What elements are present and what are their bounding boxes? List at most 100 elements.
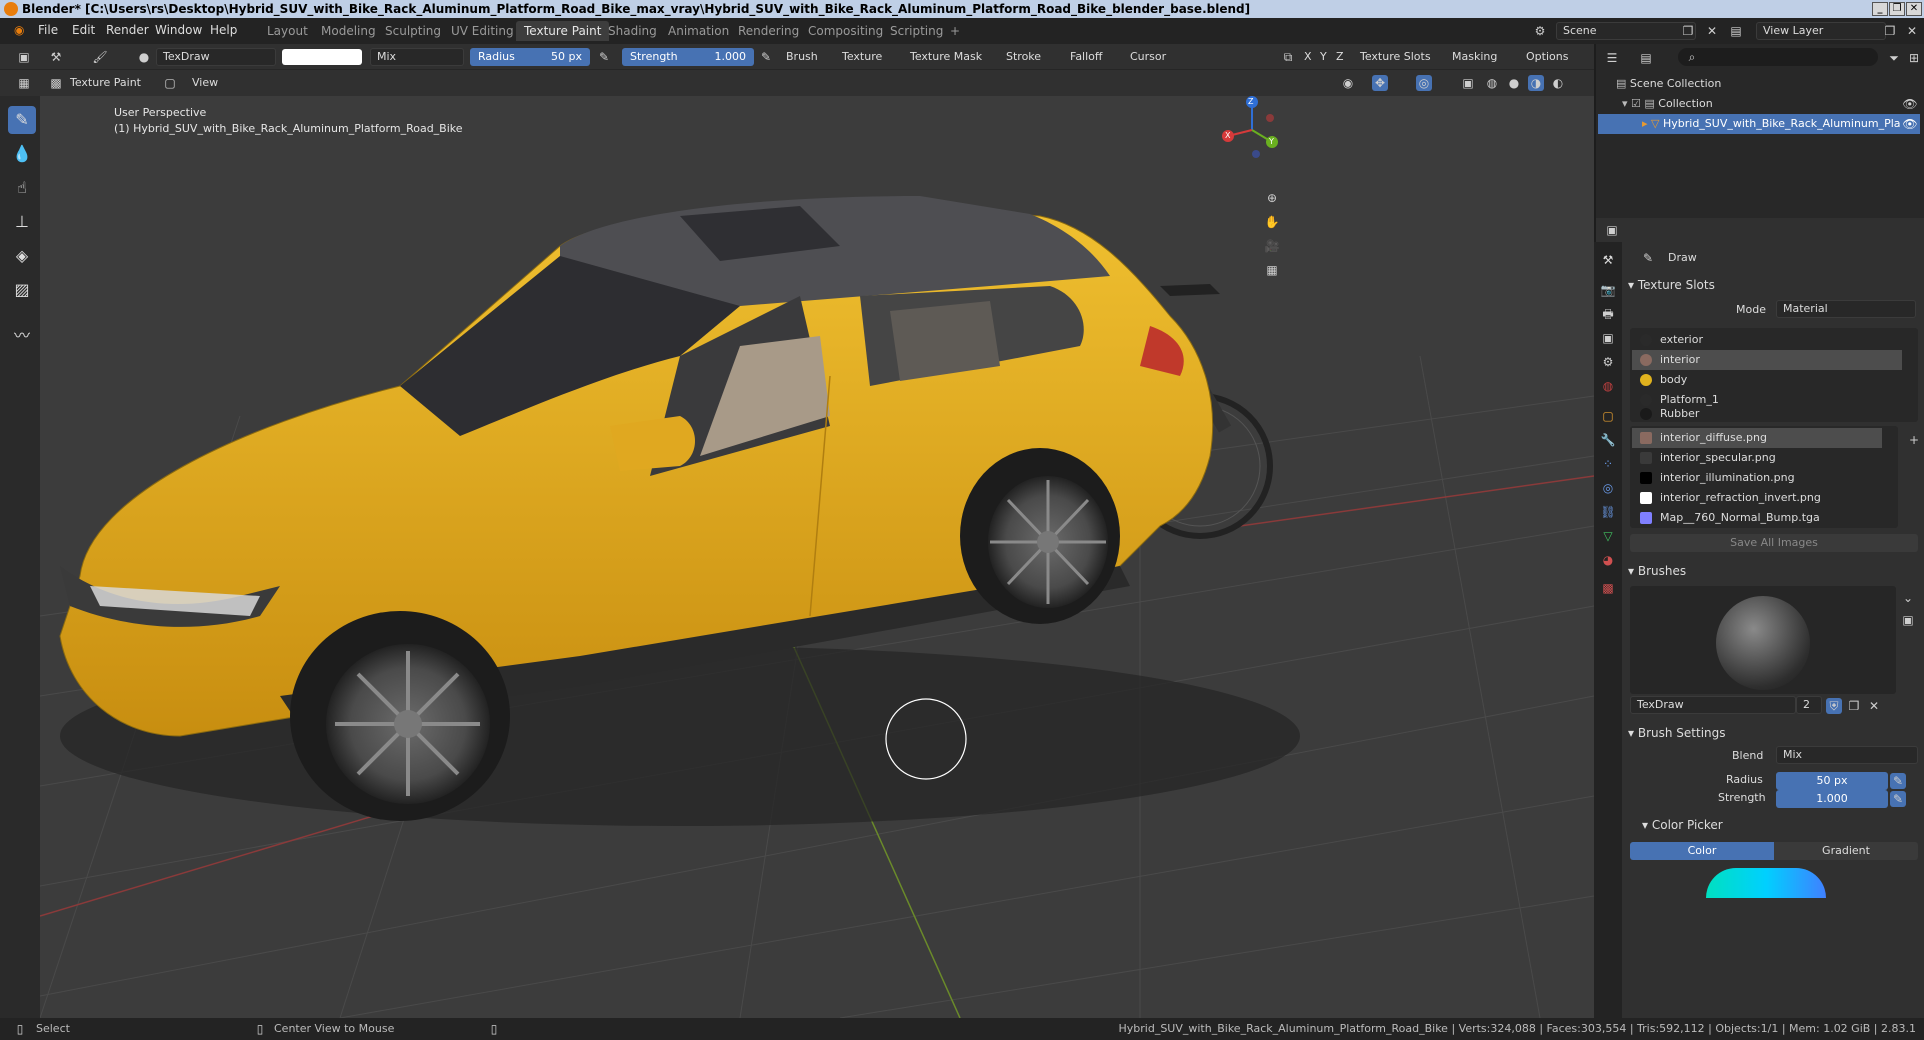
- outliner-object-row[interactable]: ▸ ▽ Hybrid_SUV_with_Bike_Rack_Aluminum_P…: [1598, 114, 1920, 134]
- clone-tool-button[interactable]: ⊥: [8, 208, 36, 236]
- gradient-tab[interactable]: Gradient: [1774, 842, 1918, 860]
- menu-falloff[interactable]: Falloff: [1064, 48, 1108, 66]
- collection-visibility-eye-icon[interactable]: 👁: [1902, 96, 1918, 112]
- brush-datablock-name[interactable]: TexDraw: [1630, 696, 1796, 714]
- workspace-tab-animation[interactable]: Animation: [660, 21, 737, 41]
- mode-selector[interactable]: Texture Paint: [64, 74, 147, 92]
- brush-list-dropdown-icon[interactable]: ⌄: [1900, 590, 1916, 606]
- pan-hand-icon[interactable]: ✋: [1264, 214, 1280, 230]
- toggle-mask-icon[interactable]: ▢: [162, 75, 178, 91]
- perspective-toggle-icon[interactable]: ▦: [1264, 262, 1280, 278]
- new-collection-icon[interactable]: ⊞: [1906, 50, 1922, 66]
- material-slot-body[interactable]: body: [1632, 370, 1902, 390]
- copy-view-layer-icon[interactable]: ❐: [1882, 23, 1898, 39]
- close-view-layer-icon[interactable]: ✕: [1904, 23, 1920, 39]
- strength-slider[interactable]: Strength 1.000: [622, 48, 754, 66]
- image-slot[interactable]: Map__760_Normal_Bump.tga: [1632, 508, 1882, 528]
- symmetry-icon[interactable]: ⧉: [1280, 49, 1296, 65]
- annotate-tool-button[interactable]: 〰: [8, 322, 36, 350]
- zoom-icon[interactable]: ⊕: [1264, 190, 1280, 206]
- workspace-tab-scripting[interactable]: Scripting: [882, 21, 951, 41]
- brush-user-count[interactable]: 2: [1796, 696, 1822, 714]
- workspace-tab-modeling[interactable]: Modeling: [313, 21, 384, 41]
- output-tab-icon[interactable]: 🖶: [1600, 306, 1616, 322]
- color-picker-panel-header[interactable]: ▾ Color Picker: [1642, 814, 1924, 836]
- brush-strength-slider[interactable]: 1.000: [1776, 790, 1888, 808]
- wireframe-shading-icon[interactable]: ◍: [1484, 75, 1500, 91]
- navigation-gizmo[interactable]: Z X Y: [1216, 96, 1286, 166]
- close-scene-icon[interactable]: ✕: [1704, 23, 1720, 39]
- workspace-tab-texture-paint[interactable]: Texture Paint: [516, 21, 610, 41]
- minimize-button[interactable]: _: [1872, 2, 1888, 16]
- overlays-toggle-icon[interactable]: ◎: [1416, 75, 1432, 91]
- scene-tab-icon[interactable]: ⚙: [1600, 354, 1616, 370]
- menu-masking[interactable]: Masking: [1446, 48, 1503, 66]
- copy-scene-icon[interactable]: ❐: [1680, 23, 1696, 39]
- tool-tab-icon[interactable]: ⚒: [1600, 252, 1616, 268]
- brush-image-icon[interactable]: ▣: [1900, 612, 1916, 628]
- workspace-tab-layout[interactable]: Layout: [259, 21, 316, 41]
- radius-pressure-icon[interactable]: ✎: [596, 49, 612, 65]
- constraints-tab-icon[interactable]: ⛓: [1600, 504, 1616, 520]
- 3d-viewport[interactable]: User Perspective (1) Hybrid_SUV_with_Bik…: [40, 96, 1594, 1018]
- brushes-panel-header[interactable]: ▾ Brushes: [1628, 560, 1918, 582]
- outliner-editor-icon[interactable]: ☰: [1604, 50, 1620, 66]
- image-slot[interactable]: interior_specular.png: [1632, 448, 1882, 468]
- menu-options[interactable]: Options: [1520, 48, 1574, 66]
- tool-settings-icon[interactable]: ⚒: [48, 49, 64, 65]
- view-layer-tab-icon[interactable]: ▣: [1600, 330, 1616, 346]
- rendered-shading-icon[interactable]: ◐: [1550, 75, 1566, 91]
- material-slot-rubber[interactable]: Rubber: [1632, 406, 1902, 422]
- solid-shading-icon[interactable]: ●: [1506, 75, 1522, 91]
- world-tab-icon[interactable]: ◍: [1600, 378, 1616, 394]
- material-tab-icon[interactable]: ◕: [1600, 552, 1616, 568]
- menu-texture-mask[interactable]: Texture Mask: [904, 48, 988, 66]
- workspace-tab-sculpting[interactable]: Sculpting: [377, 21, 449, 41]
- xray-toggle-icon[interactable]: ▣: [1460, 75, 1476, 91]
- modifier-tab-icon[interactable]: 🔧: [1600, 432, 1616, 448]
- image-slot[interactable]: interior_illumination.png: [1632, 468, 1882, 488]
- texture-slots-panel-header[interactable]: ▾ Texture Slots: [1628, 274, 1918, 296]
- brush-blend-dropdown[interactable]: Mix: [1776, 746, 1918, 764]
- save-all-images-button[interactable]: Save All Images: [1630, 534, 1918, 552]
- gizmo-toggle-icon[interactable]: ✥: [1372, 75, 1388, 91]
- close-button[interactable]: ✕: [1906, 2, 1922, 16]
- menu-texture-slots[interactable]: Texture Slots: [1354, 48, 1437, 66]
- menu-cursor[interactable]: Cursor: [1124, 48, 1172, 66]
- strength-pressure-toggle-icon[interactable]: ✎: [1890, 791, 1906, 807]
- brush-name-field[interactable]: TexDraw: [156, 48, 276, 66]
- add-texture-slot-icon[interactable]: +: [1906, 432, 1922, 448]
- menu-render[interactable]: Render: [106, 23, 149, 37]
- workspace-tab-compositing[interactable]: Compositing: [800, 21, 891, 41]
- menu-edit[interactable]: Edit: [72, 23, 95, 37]
- brush-settings-panel-header[interactable]: ▾ Brush Settings: [1628, 722, 1918, 744]
- camera-view-icon[interactable]: 🎥: [1264, 238, 1280, 254]
- unlink-brush-icon[interactable]: ✕: [1866, 698, 1882, 714]
- texture-tab-icon[interactable]: ▩: [1600, 580, 1616, 596]
- workspace-tab-uv-editing[interactable]: UV Editing: [443, 21, 522, 41]
- menu-view[interactable]: View: [186, 74, 224, 92]
- object-tab-icon[interactable]: ▢: [1600, 408, 1616, 424]
- smear-tool-button[interactable]: ☝: [8, 174, 36, 202]
- object-visibility-eye-icon[interactable]: 👁: [1902, 116, 1918, 132]
- properties-editor-icon[interactable]: ▣: [1604, 222, 1620, 238]
- scene-selector[interactable]: Scene: [1556, 22, 1696, 40]
- menu-window[interactable]: Window: [155, 23, 202, 37]
- fake-user-shield-icon[interactable]: ⛨: [1826, 698, 1842, 714]
- strength-pressure-icon[interactable]: ✎: [758, 49, 774, 65]
- outliner-search-input[interactable]: ⌕: [1678, 48, 1878, 66]
- material-slot-interior[interactable]: interior: [1632, 350, 1902, 370]
- fill-tool-button[interactable]: ◈: [8, 242, 36, 270]
- brush-color-swatch[interactable]: [282, 49, 362, 65]
- brush-radius-slider[interactable]: 50 px: [1776, 772, 1888, 790]
- display-mode-icon[interactable]: ▤: [1638, 50, 1654, 66]
- brush-preview[interactable]: [1630, 586, 1896, 694]
- add-workspace-button[interactable]: +: [942, 21, 968, 41]
- workspace-tab-rendering[interactable]: Rendering: [730, 21, 807, 41]
- editor-type-icon[interactable]: ▣: [16, 49, 32, 65]
- menu-file[interactable]: File: [38, 23, 58, 37]
- radius-slider[interactable]: Radius 50 px: [470, 48, 590, 66]
- duplicate-brush-icon[interactable]: ❐: [1846, 698, 1862, 714]
- material-shading-icon[interactable]: ◑: [1528, 75, 1544, 91]
- physics-tab-icon[interactable]: ◎: [1600, 480, 1616, 496]
